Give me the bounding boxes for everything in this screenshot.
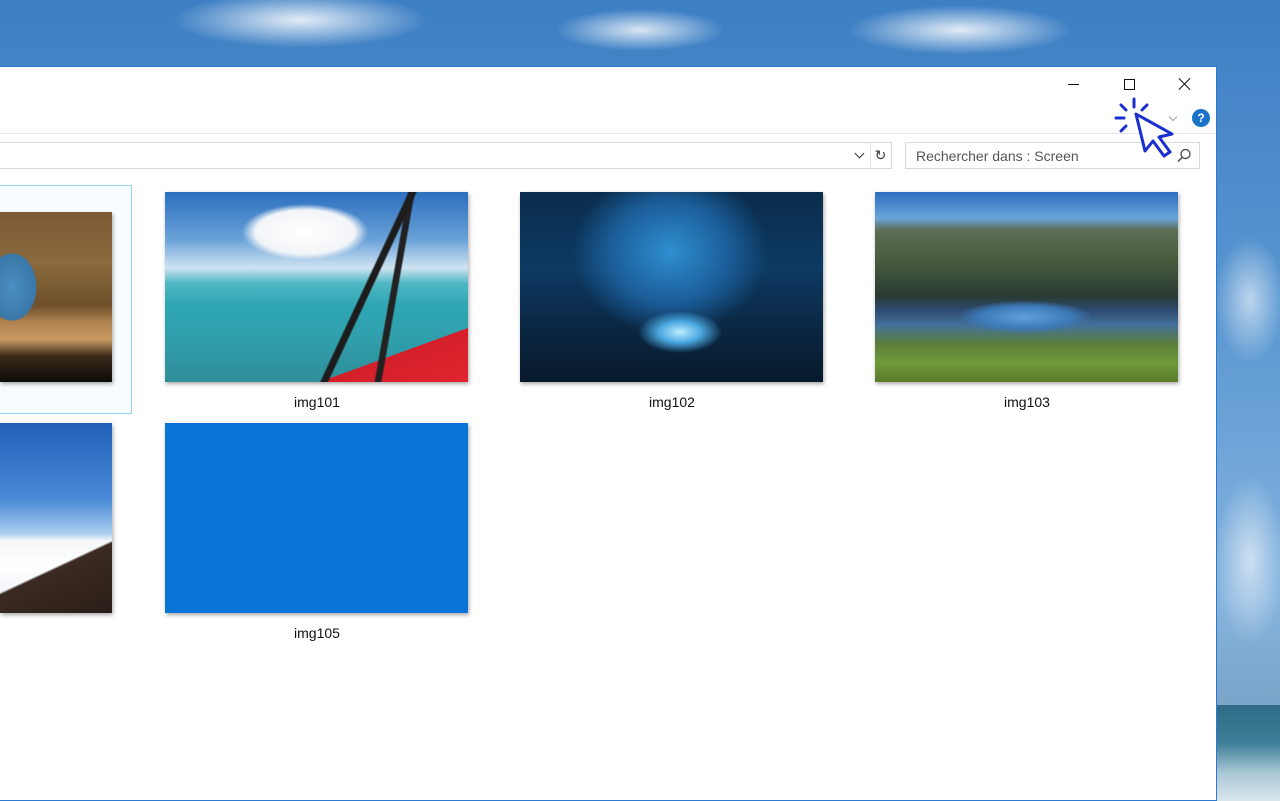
refresh-button[interactable]: ↻ bbox=[870, 143, 890, 168]
wallpaper-sea bbox=[1216, 705, 1280, 801]
thumbnail-image bbox=[520, 192, 823, 382]
search-input[interactable] bbox=[906, 143, 1168, 168]
address-bar[interactable]: ↻ bbox=[0, 142, 892, 169]
title-bar bbox=[0, 67, 1216, 103]
maximize-button[interactable] bbox=[1106, 67, 1152, 101]
file-name: img103 bbox=[1004, 394, 1050, 410]
file-explorer-window: ? ↻ img101 img102 img bbox=[0, 66, 1217, 801]
ribbon-divider bbox=[0, 133, 1216, 134]
address-history-dropdown[interactable] bbox=[848, 143, 870, 168]
refresh-icon: ↻ bbox=[874, 147, 887, 163]
thumbnail-cave bbox=[0, 212, 112, 382]
chevron-down-icon bbox=[854, 148, 864, 159]
file-name: img101 bbox=[294, 394, 340, 410]
search-box[interactable] bbox=[905, 142, 1200, 169]
thumbnail-image bbox=[165, 192, 468, 382]
thumbnail-image bbox=[875, 192, 1178, 382]
file-name: img105 bbox=[294, 625, 340, 641]
search-icon[interactable] bbox=[1174, 146, 1194, 166]
close-icon bbox=[1178, 77, 1192, 91]
close-button[interactable] bbox=[1162, 67, 1208, 101]
maximize-icon bbox=[1123, 78, 1135, 90]
thumbnail-image bbox=[165, 423, 468, 613]
ribbon-expand-button[interactable] bbox=[1166, 111, 1180, 125]
help-button[interactable]: ? bbox=[1192, 109, 1210, 127]
file-name: img102 bbox=[649, 394, 695, 410]
thumbnail-sky bbox=[0, 423, 112, 613]
chevron-down-icon bbox=[1168, 112, 1178, 121]
minimize-icon bbox=[1067, 83, 1079, 85]
file-list-area: img101 img102 img103 img105 bbox=[0, 177, 1217, 801]
minimize-button[interactable] bbox=[1050, 67, 1096, 101]
